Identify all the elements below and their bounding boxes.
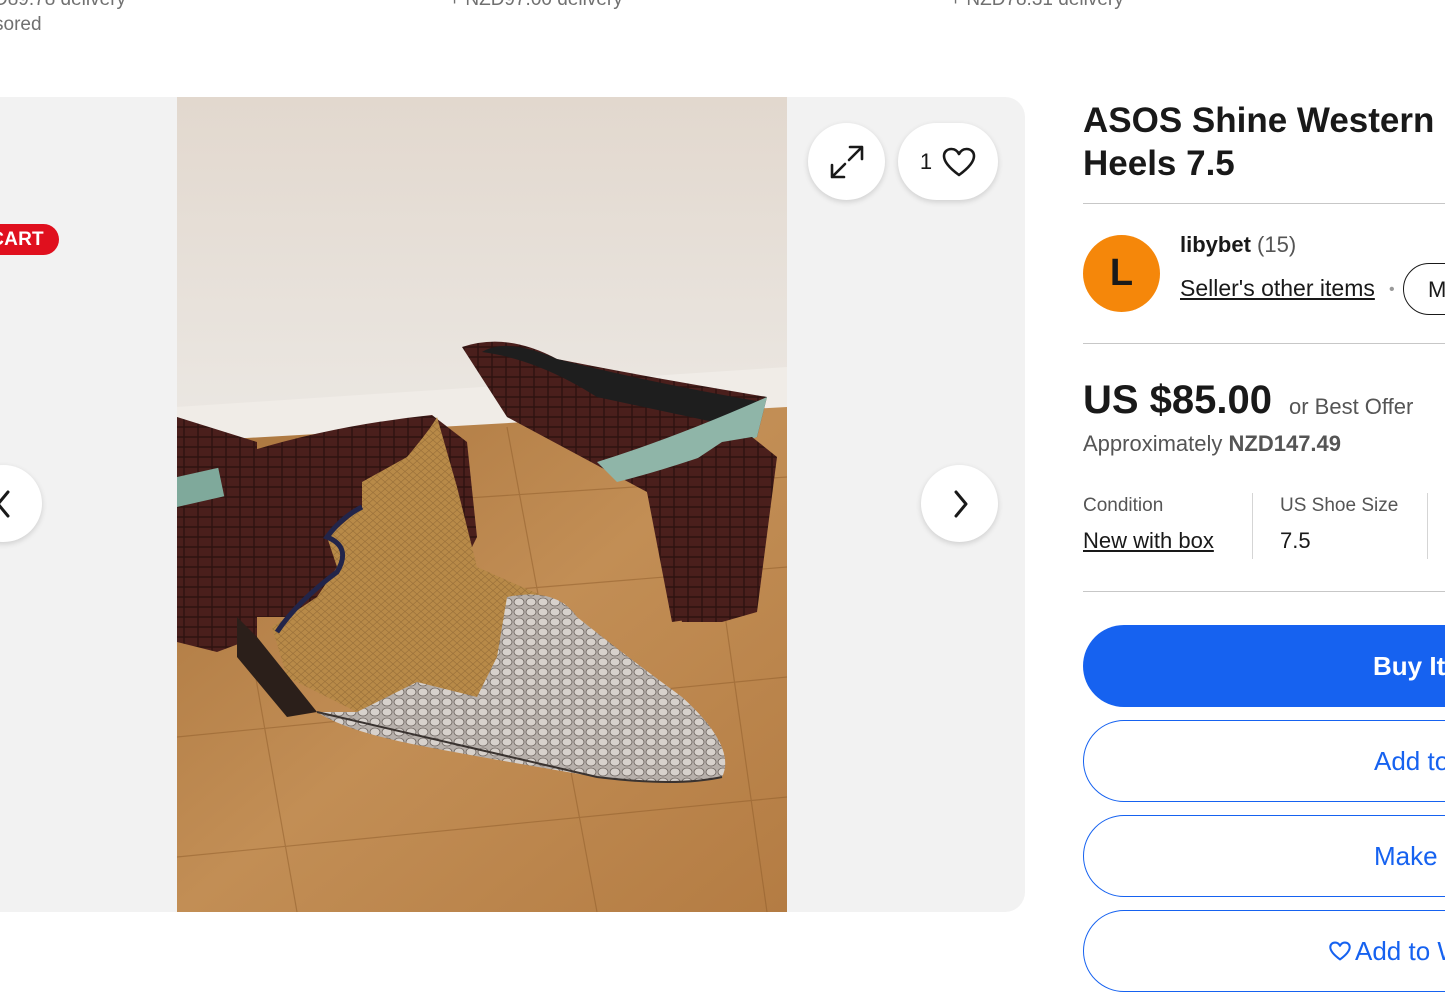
sponsored-item-delivery: D89.78 delivery [0,0,126,11]
image-gallery: 1 CART 1 [0,97,1025,912]
expand-image-button[interactable] [808,123,885,200]
listing-title-line: Heels 7.5 [1083,144,1235,183]
buy-it-now-label: Buy It [1373,650,1445,681]
add-to-watchlist-label: Add to W [1355,935,1445,966]
product-photo[interactable] [177,97,787,912]
spec-divider [1427,493,1428,559]
listing-title-line: ASOS Shine Western [1083,101,1435,140]
approximate-value: NZD147.49 [1228,431,1342,456]
expand-icon [830,145,863,178]
divider [1083,343,1445,344]
seller-info: libybet (15) [1180,232,1296,258]
sponsored-item-delivery: + NZD78.31 delivery [950,0,1124,11]
seller-other-items-link[interactable]: Seller's other items [1180,275,1375,302]
listing-title: ASOS Shine Western Heels 7.5 [1083,99,1445,185]
approximate-price: Approximately NZD147.49 [1083,431,1341,457]
divider [1083,203,1445,204]
sponsored-item-delivery: + NZD97.00 delivery [449,0,623,11]
condition-label: Condition [1083,495,1164,516]
price: US $85.00 [1083,378,1273,422]
shoe-size-label: US Shoe Size [1280,495,1399,516]
sponsored-label: sored [0,14,42,35]
divider [1083,591,1445,592]
best-offer-note: or Best Offer [1289,394,1414,419]
approximate-label: Approximately [1083,431,1223,456]
in-cart-badge: 1 CART [0,224,59,255]
condition-value[interactable]: New with box [1083,528,1214,554]
shoe-size-value: 7.5 [1280,528,1311,553]
next-image-button[interactable] [921,465,998,542]
watch-count: 1 [919,148,933,174]
heart-icon [1329,941,1351,961]
seller-avatar[interactable]: L [1083,235,1160,312]
spec-divider [1252,493,1253,559]
add-to-cart-label: Add to [1374,745,1445,776]
chevron-right-icon [954,490,967,517]
seller-name[interactable]: libybet [1180,232,1251,257]
add-to-watchlist-button[interactable]: Add to W [1083,910,1445,992]
make-offer-button[interactable]: Make [1083,815,1445,897]
heart-icon [942,147,976,176]
contact-seller-button[interactable]: M [1403,263,1445,315]
previous-image-button[interactable] [0,465,42,542]
seller-feedback-score[interactable]: (15) [1257,232,1296,257]
chevron-left-icon [0,490,9,517]
separator-dot: • [1389,281,1395,298]
watch-button[interactable]: 1 [898,123,998,200]
add-to-cart-button[interactable]: Add to [1083,720,1445,802]
buy-it-now-button[interactable]: Buy It [1083,625,1445,707]
make-offer-label: Make [1374,840,1438,871]
